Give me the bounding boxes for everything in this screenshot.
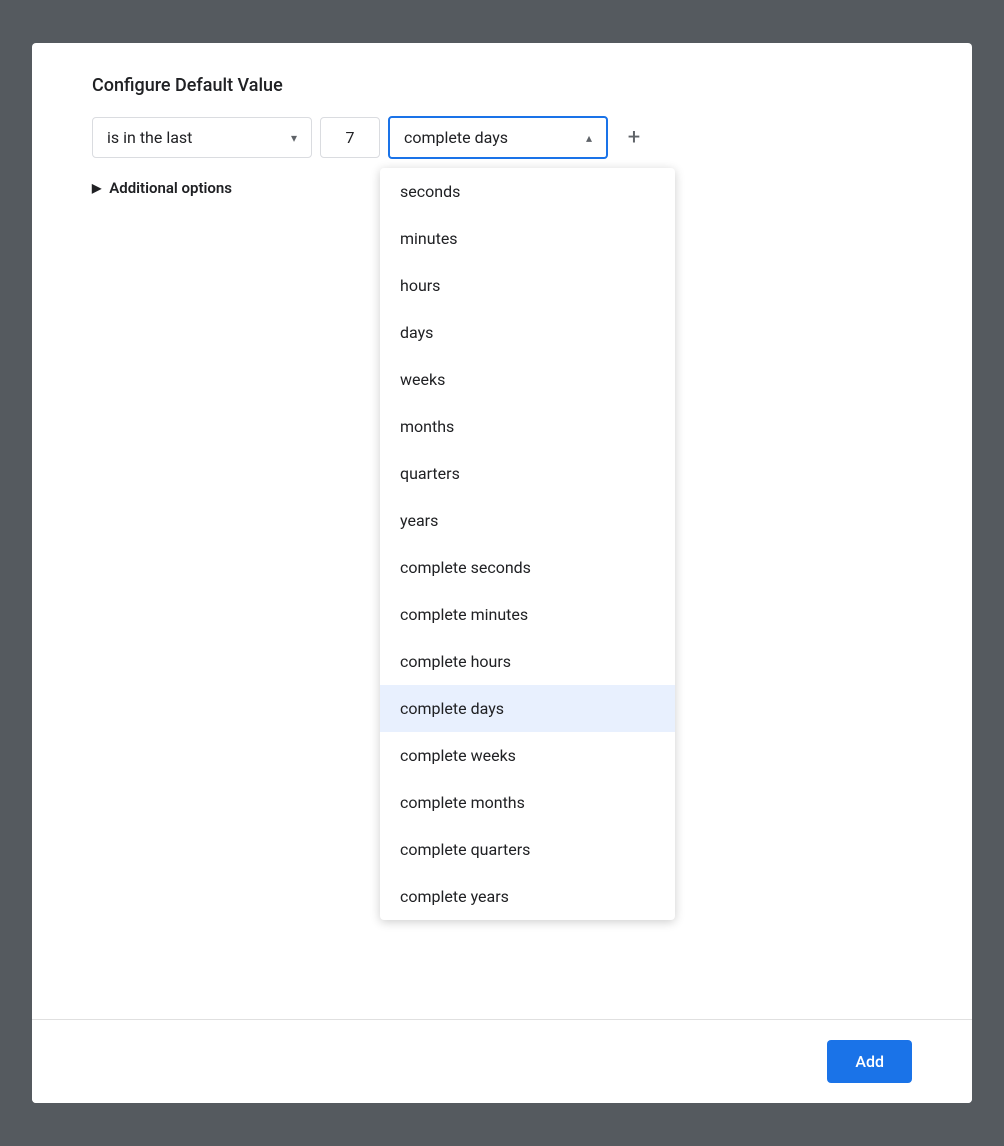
dropdown-item-complete-seconds[interactable]: complete seconds [380,544,675,591]
dropdown-item-minutes[interactable]: minutes [380,215,675,262]
additional-options-label: Additional options [109,179,232,197]
unit-chevron-up-icon: ▴ [586,131,592,145]
dropdown-item-days[interactable]: days [380,309,675,356]
dropdown-item-complete-weeks[interactable]: complete weeks [380,732,675,779]
unit-label: complete days [404,128,508,147]
dropdown-item-complete-minutes[interactable]: complete minutes [380,591,675,638]
dropdown-item-complete-years[interactable]: complete years [380,873,675,920]
dropdown-item-complete-quarters[interactable]: complete quarters [380,826,675,873]
add-condition-button[interactable]: + [616,120,652,156]
condition-dropdown[interactable]: is in the last ▾ [92,117,312,158]
additional-options-arrow-icon: ▶ [92,181,101,195]
dropdown-item-weeks[interactable]: weeks [380,356,675,403]
condition-label: is in the last [107,128,192,147]
unit-dropdown[interactable]: complete days ▴ [388,116,608,159]
configure-dialog: Configure Default Value is in the last ▾… [32,43,972,1103]
dropdown-item-complete-months[interactable]: complete months [380,779,675,826]
number-input[interactable] [320,117,380,158]
dropdown-item-complete-days[interactable]: complete days [380,685,675,732]
dialog-title: Configure Default Value [92,75,912,96]
unit-dropdown-list: secondsminuteshoursdaysweeksmonthsquarte… [380,168,675,920]
dropdown-item-complete-hours[interactable]: complete hours [380,638,675,685]
condition-chevron-icon: ▾ [291,131,297,145]
filter-row: is in the last ▾ complete days ▴ + secon… [92,116,912,159]
add-button[interactable]: Add [827,1040,912,1083]
dropdown-item-hours[interactable]: hours [380,262,675,309]
dropdown-item-seconds[interactable]: seconds [380,168,675,215]
dropdown-item-quarters[interactable]: quarters [380,450,675,497]
dropdown-item-years[interactable]: years [380,497,675,544]
dropdown-item-months[interactable]: months [380,403,675,450]
dialog-footer: Add [32,1019,972,1103]
